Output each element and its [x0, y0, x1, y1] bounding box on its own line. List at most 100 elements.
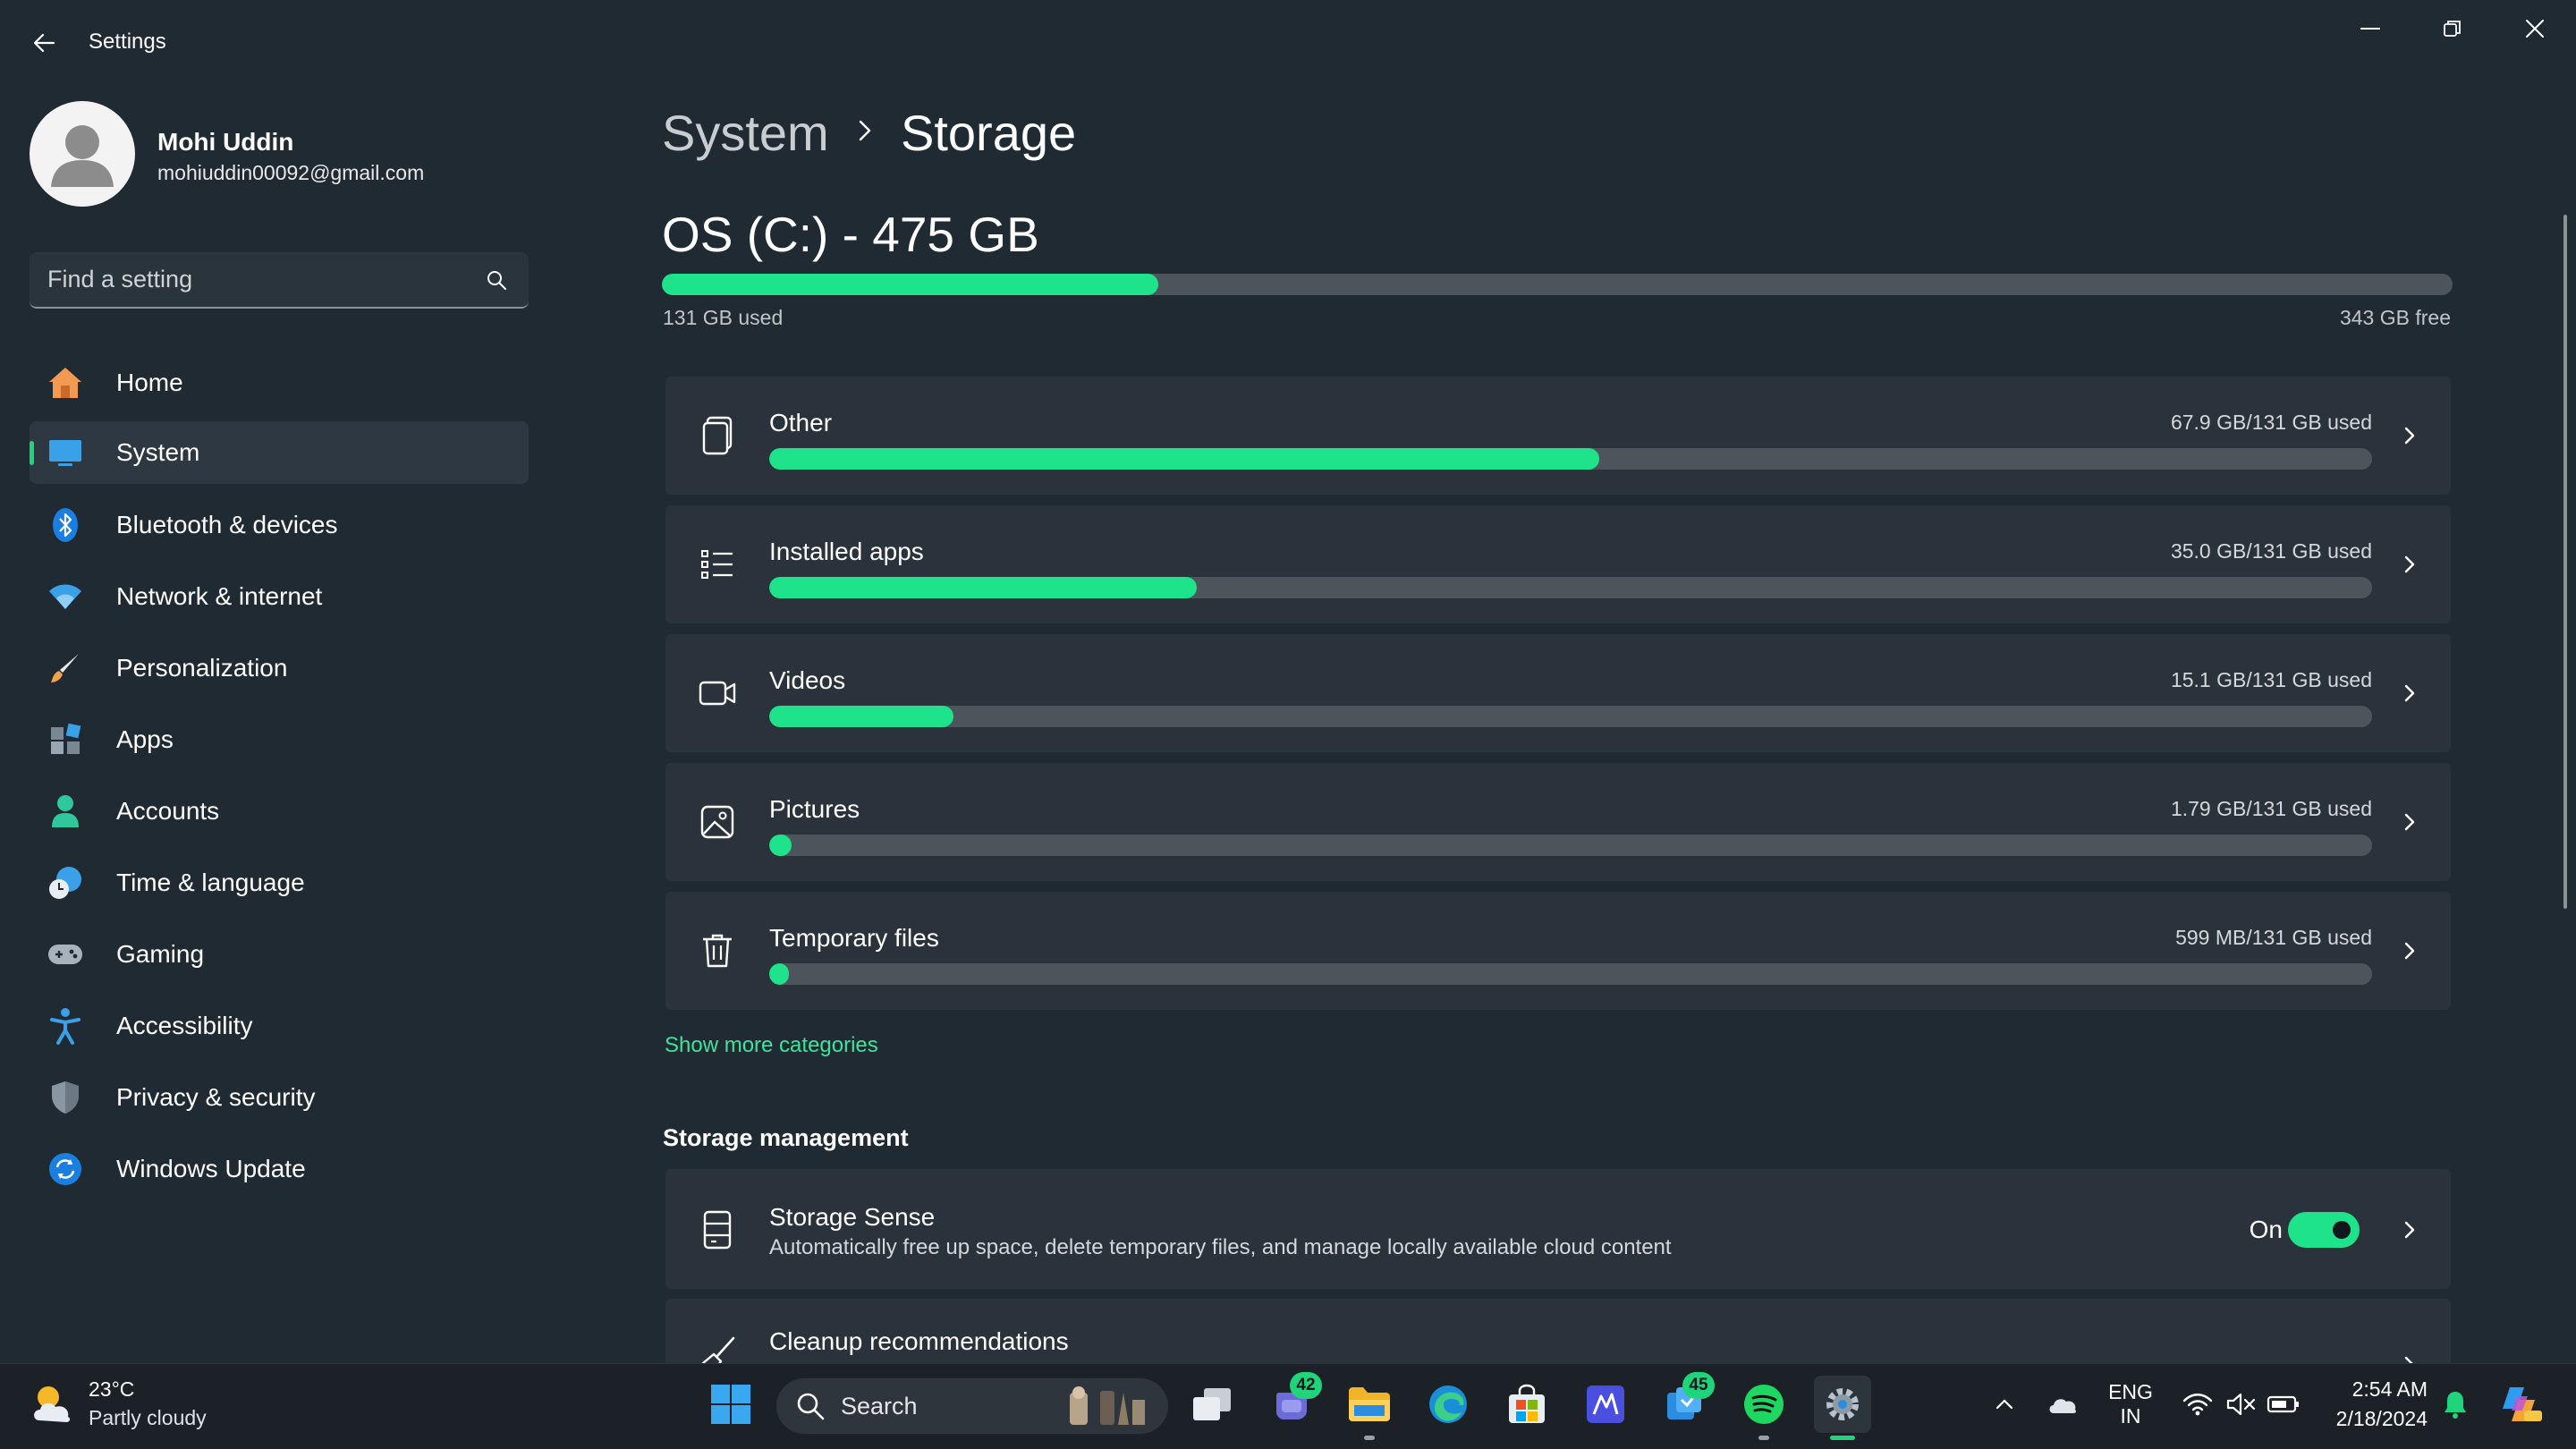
search-input[interactable]: Find a setting [30, 252, 529, 309]
copilot-button[interactable] [2494, 1381, 2547, 1428]
sidebar-item-network[interactable]: Network & internet [30, 565, 529, 628]
category-usage-bar [769, 448, 2372, 470]
user-avatar-icon [51, 125, 114, 187]
sidebar-item-gaming[interactable]: Gaming [30, 923, 529, 986]
notifications-button[interactable] [2434, 1381, 2477, 1428]
show-hidden-icons-button[interactable] [1983, 1381, 2026, 1428]
sidebar-item-home[interactable]: Home [30, 352, 529, 414]
app-title: Settings [89, 30, 166, 54]
breadcrumb-parent[interactable]: System [662, 104, 829, 162]
update-icon [46, 1149, 85, 1189]
input-language-indicator[interactable]: ENG IN [2104, 1380, 2157, 1428]
edge-browser-icon [1429, 1385, 1467, 1423]
sidebar-item-label: Accounts [116, 797, 220, 825]
sidebar-item-label: Gaming [116, 940, 205, 968]
category-card-temporary-files[interactable]: Temporary files 599 MB/131 GB used [665, 892, 2451, 1010]
start-button[interactable] [702, 1376, 759, 1433]
category-usage-fill [769, 448, 1600, 470]
keyboard-region: IN [2120, 1404, 2141, 1428]
microsoft-store-button[interactable] [1498, 1376, 1555, 1433]
clock-time: 2:54 AM [2351, 1377, 2428, 1401]
sidebar-item-time-language[interactable]: Time & language [30, 852, 529, 914]
sidebar-item-personalization[interactable]: Personalization [30, 637, 529, 699]
writing-app-button[interactable] [1577, 1376, 1634, 1433]
clock-globe-icon [46, 863, 85, 902]
storage-sense-description: Automatically free up space, delete temp… [769, 1235, 1672, 1259]
windows-logo-icon [711, 1385, 750, 1424]
sidebar-item-label: Privacy & security [116, 1083, 316, 1111]
close-button[interactable] [2494, 0, 2576, 57]
battery-button[interactable] [2262, 1381, 2305, 1428]
sidebar-item-bluetooth[interactable]: Bluetooth & devices [30, 494, 529, 556]
avatar[interactable] [30, 101, 135, 207]
storage-sense-toggle[interactable] [2288, 1212, 2360, 1248]
category-card-pictures[interactable]: Pictures 1.79 GB/131 GB used [665, 763, 2451, 881]
sidebar-item-label: Home [116, 369, 183, 396]
sidebar-item-accessibility[interactable]: Accessibility [30, 995, 529, 1057]
storage-drive-icon [694, 1207, 741, 1253]
scrollbar[interactable] [2563, 215, 2567, 909]
back-arrow-icon [33, 33, 55, 53]
storage-management-heading: Storage management [663, 1124, 909, 1151]
sidebar-item-accounts[interactable]: Accounts [30, 780, 529, 843]
sidebar-item-label: Personalization [116, 654, 288, 682]
category-name: Pictures [769, 795, 860, 823]
teams-badge: 42 [1290, 1372, 1322, 1399]
account-icon [46, 792, 85, 831]
weather-description[interactable]: Partly cloudy [89, 1406, 207, 1430]
search-icon[interactable] [479, 262, 514, 298]
storage-sense-card[interactable]: Storage Sense Automatically free up spac… [665, 1169, 2451, 1289]
sidebar-item-label: System [116, 438, 200, 466]
minimize-button[interactable] [2329, 0, 2411, 57]
todo-app-button[interactable]: 45 [1656, 1372, 1715, 1433]
sidebar-item-windows-update[interactable]: Windows Update [30, 1138, 529, 1200]
spotify-button[interactable] [1735, 1376, 1792, 1440]
todo-badge: 45 [1682, 1372, 1715, 1399]
language-code: ENG [2108, 1380, 2153, 1403]
minimize-icon [2360, 28, 2380, 30]
user-email: mohiuddin00092@gmail.com [157, 161, 425, 184]
sidebar-item-system[interactable]: System [30, 421, 529, 484]
onedrive-button[interactable] [2041, 1381, 2084, 1428]
search-icon [797, 1393, 825, 1420]
edge-button[interactable] [1419, 1376, 1477, 1433]
category-card-videos[interactable]: Videos 15.1 GB/131 GB used [665, 634, 2451, 752]
category-card-installed-apps[interactable]: Installed apps 35.0 GB/131 GB used [665, 505, 2451, 623]
show-more-categories-link[interactable]: Show more categories [665, 1033, 878, 1058]
restore-button[interactable] [2411, 0, 2494, 57]
search-placeholder: Find a setting [47, 266, 193, 292]
search-highlight-icon [1070, 1386, 1145, 1425]
file-explorer-button[interactable] [1341, 1376, 1398, 1440]
bluetooth-icon [46, 505, 85, 545]
close-icon [2526, 20, 2544, 38]
category-used: 599 MB/131 GB used [2175, 926, 2372, 949]
accessibility-icon [46, 1006, 85, 1046]
chevron-right-icon [2404, 427, 2415, 445]
taskbar-clock[interactable]: 2:54 AM 2/18/2024 [2317, 1377, 2428, 1431]
partly-cloudy-icon[interactable] [27, 1377, 80, 1431]
category-used: 35.0 GB/131 GB used [2170, 539, 2372, 563]
network-status-button[interactable] [2176, 1381, 2219, 1428]
teams-button[interactable]: 42 [1263, 1372, 1322, 1433]
taskbar-search-label: Search [841, 1392, 918, 1419]
category-card-other[interactable]: Other 67.9 GB/131 GB used [665, 377, 2451, 495]
settings-app-button[interactable] [1814, 1376, 1871, 1440]
category-name: Other [769, 409, 833, 436]
back-button[interactable] [23, 25, 64, 61]
weather-temperature[interactable]: 23°C [89, 1377, 134, 1402]
sidebar-item-privacy[interactable]: Privacy & security [30, 1066, 529, 1129]
chevron-right-icon [2404, 555, 2415, 573]
category-name: Installed apps [769, 538, 924, 565]
category-used: 15.1 GB/131 GB used [2170, 668, 2372, 691]
gamepad-icon [46, 935, 85, 974]
sidebar-item-apps[interactable]: Apps [30, 708, 529, 771]
spotify-icon [1744, 1385, 1784, 1424]
sidebar-item-label: Bluetooth & devices [116, 511, 338, 538]
taskbar-search[interactable]: Search [776, 1378, 1168, 1434]
task-view-button[interactable] [1183, 1376, 1241, 1433]
speaker-muted-icon [2226, 1393, 2256, 1416]
chevron-right-icon [2404, 813, 2415, 831]
volume-button[interactable] [2219, 1381, 2262, 1428]
category-usage-bar [769, 963, 2372, 985]
home-icon [46, 363, 85, 402]
